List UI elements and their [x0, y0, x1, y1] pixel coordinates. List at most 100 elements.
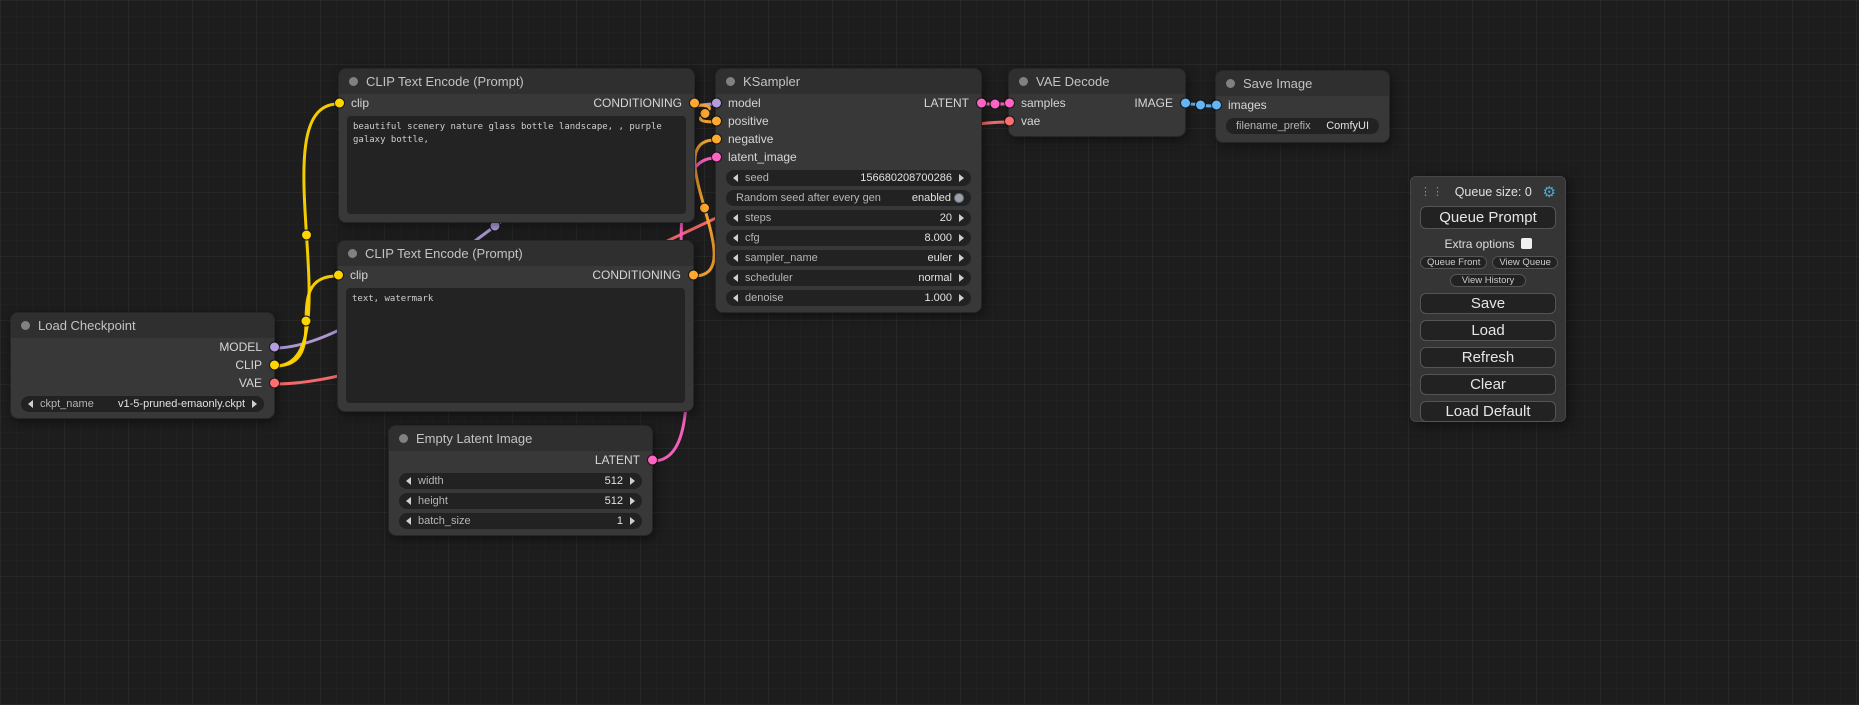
widget-seed[interactable]: seed 156680208700286: [726, 170, 971, 186]
prompt-textarea[interactable]: beautiful scenery nature glass bottle la…: [347, 116, 686, 214]
widget-scheduler[interactable]: scheduler normal: [726, 270, 971, 286]
prev-value-icon[interactable]: [733, 254, 738, 262]
save-button[interactable]: Save: [1420, 293, 1556, 314]
input-slot-clip[interactable]: [335, 99, 344, 108]
settings-gear-icon[interactable]: ⚙: [1543, 185, 1556, 200]
load-button[interactable]: Load: [1420, 320, 1556, 341]
widget-label: denoise: [745, 292, 784, 304]
next-value-icon[interactable]: [630, 477, 635, 485]
prev-value-icon[interactable]: [733, 214, 738, 222]
collapse-toggle-icon[interactable]: [349, 77, 358, 86]
node-empty-latent-image[interactable]: Empty Latent Image LATENT width 512 heig…: [388, 425, 653, 536]
prev-value-icon[interactable]: [733, 234, 738, 242]
prev-value-icon[interactable]: [28, 400, 33, 408]
prev-value-icon[interactable]: [733, 274, 738, 282]
drag-handle-icon[interactable]: ⋮⋮: [1420, 187, 1444, 198]
widget-label: scheduler: [745, 272, 793, 284]
widget-ckpt-name[interactable]: ckpt_name v1-5-pruned-emaonly.ckpt: [21, 396, 264, 412]
slot-row: VAE: [11, 374, 274, 392]
node-title-bar[interactable]: KSampler: [716, 69, 981, 94]
next-value-icon[interactable]: [630, 517, 635, 525]
widget-value: 512: [605, 495, 623, 507]
prev-value-icon[interactable]: [406, 517, 411, 525]
extra-options-checkbox[interactable]: [1521, 238, 1532, 249]
input-slot-negative[interactable]: [712, 135, 721, 144]
node-title-bar[interactable]: Save Image: [1216, 71, 1389, 96]
next-value-icon[interactable]: [959, 274, 964, 282]
node-title-bar[interactable]: VAE Decode: [1009, 69, 1185, 94]
widget-label: Random seed after every gen: [736, 192, 881, 204]
next-value-icon[interactable]: [630, 497, 635, 505]
widget-label: width: [418, 475, 444, 487]
prev-value-icon[interactable]: [406, 477, 411, 485]
collapse-toggle-icon[interactable]: [726, 77, 735, 86]
node-title-bar[interactable]: CLIP Text Encode (Prompt): [338, 241, 693, 266]
node-title-bar[interactable]: Load Checkpoint: [11, 313, 274, 338]
next-value-icon[interactable]: [252, 400, 257, 408]
queue-front-button[interactable]: Queue Front: [1420, 256, 1487, 269]
prev-value-icon[interactable]: [733, 294, 738, 302]
output-slot-model[interactable]: [270, 343, 279, 352]
input-slot-positive[interactable]: [712, 117, 721, 126]
output-label-latent: LATENT: [924, 96, 969, 110]
slot-row: MODEL: [11, 338, 274, 356]
node-title: CLIP Text Encode (Prompt): [366, 74, 524, 89]
next-value-icon[interactable]: [959, 174, 964, 182]
output-slot-latent[interactable]: [977, 99, 986, 108]
collapse-toggle-icon[interactable]: [21, 321, 30, 330]
output-slot-conditioning[interactable]: [690, 99, 699, 108]
collapse-toggle-icon[interactable]: [348, 249, 357, 258]
widget-random-seed-toggle[interactable]: Random seed after every gen enabled: [726, 190, 971, 206]
queue-panel-header: ⋮⋮ Queue size: 0 ⚙: [1420, 184, 1556, 200]
refresh-button[interactable]: Refresh: [1420, 347, 1556, 368]
collapse-toggle-icon[interactable]: [1226, 79, 1235, 88]
node-clip-text-encode-negative[interactable]: CLIP Text Encode (Prompt) clip CONDITION…: [337, 240, 694, 412]
output-slot-clip[interactable]: [270, 361, 279, 370]
output-label-conditioning: CONDITIONING: [593, 96, 682, 110]
next-value-icon[interactable]: [959, 234, 964, 242]
widget-width[interactable]: width 512: [399, 473, 642, 489]
widget-height[interactable]: height 512: [399, 493, 642, 509]
widget-value: 1.000: [924, 292, 952, 304]
next-value-icon[interactable]: [959, 214, 964, 222]
widget-filename-prefix[interactable]: filename_prefix ComfyUI: [1226, 118, 1379, 134]
prompt-textarea[interactable]: text, watermark: [346, 288, 685, 403]
output-slot-conditioning[interactable]: [689, 271, 698, 280]
output-slot-vae[interactable]: [270, 379, 279, 388]
widget-batch-size[interactable]: batch_size 1: [399, 513, 642, 529]
collapse-toggle-icon[interactable]: [399, 434, 408, 443]
collapse-toggle-icon[interactable]: [1019, 77, 1028, 86]
next-value-icon[interactable]: [959, 254, 964, 262]
node-clip-text-encode-positive[interactable]: CLIP Text Encode (Prompt) clip CONDITION…: [338, 68, 695, 223]
input-slot-images[interactable]: [1212, 101, 1221, 110]
input-slot-vae[interactable]: [1005, 117, 1014, 126]
node-graph-canvas[interactable]: Load Checkpoint MODEL CLIP VAE ckpt_name…: [0, 0, 1859, 705]
output-slot-image[interactable]: [1181, 99, 1190, 108]
clear-button[interactable]: Clear: [1420, 374, 1556, 395]
extra-options-row: Extra options: [1420, 237, 1556, 250]
node-load-checkpoint[interactable]: Load Checkpoint MODEL CLIP VAE ckpt_name…: [10, 312, 275, 419]
node-save-image[interactable]: Save Image images filename_prefix ComfyU…: [1215, 70, 1390, 143]
output-slot-latent[interactable]: [648, 456, 657, 465]
widget-sampler-name[interactable]: sampler_name euler: [726, 250, 971, 266]
input-slot-latent-image[interactable]: [712, 153, 721, 162]
prev-value-icon[interactable]: [733, 174, 738, 182]
input-label-images: images: [1228, 98, 1267, 112]
input-slot-clip[interactable]: [334, 271, 343, 280]
view-queue-button[interactable]: View Queue: [1492, 256, 1558, 269]
node-title-bar[interactable]: Empty Latent Image: [389, 426, 652, 451]
next-value-icon[interactable]: [959, 294, 964, 302]
widget-steps[interactable]: steps 20: [726, 210, 971, 226]
view-history-button[interactable]: View History: [1450, 274, 1526, 287]
node-ksampler[interactable]: KSampler model LATENT positive negative …: [715, 68, 982, 313]
input-slot-model[interactable]: [712, 99, 721, 108]
node-vae-decode[interactable]: VAE Decode samples IMAGE vae: [1008, 68, 1186, 137]
load-default-button[interactable]: Load Default: [1420, 401, 1556, 422]
prev-value-icon[interactable]: [406, 497, 411, 505]
queue-prompt-button[interactable]: Queue Prompt: [1420, 206, 1556, 229]
input-slot-samples[interactable]: [1005, 99, 1014, 108]
widget-denoise[interactable]: denoise 1.000: [726, 290, 971, 306]
toggle-knob-icon[interactable]: [954, 193, 964, 203]
node-title-bar[interactable]: CLIP Text Encode (Prompt): [339, 69, 694, 94]
widget-cfg[interactable]: cfg 8.000: [726, 230, 971, 246]
